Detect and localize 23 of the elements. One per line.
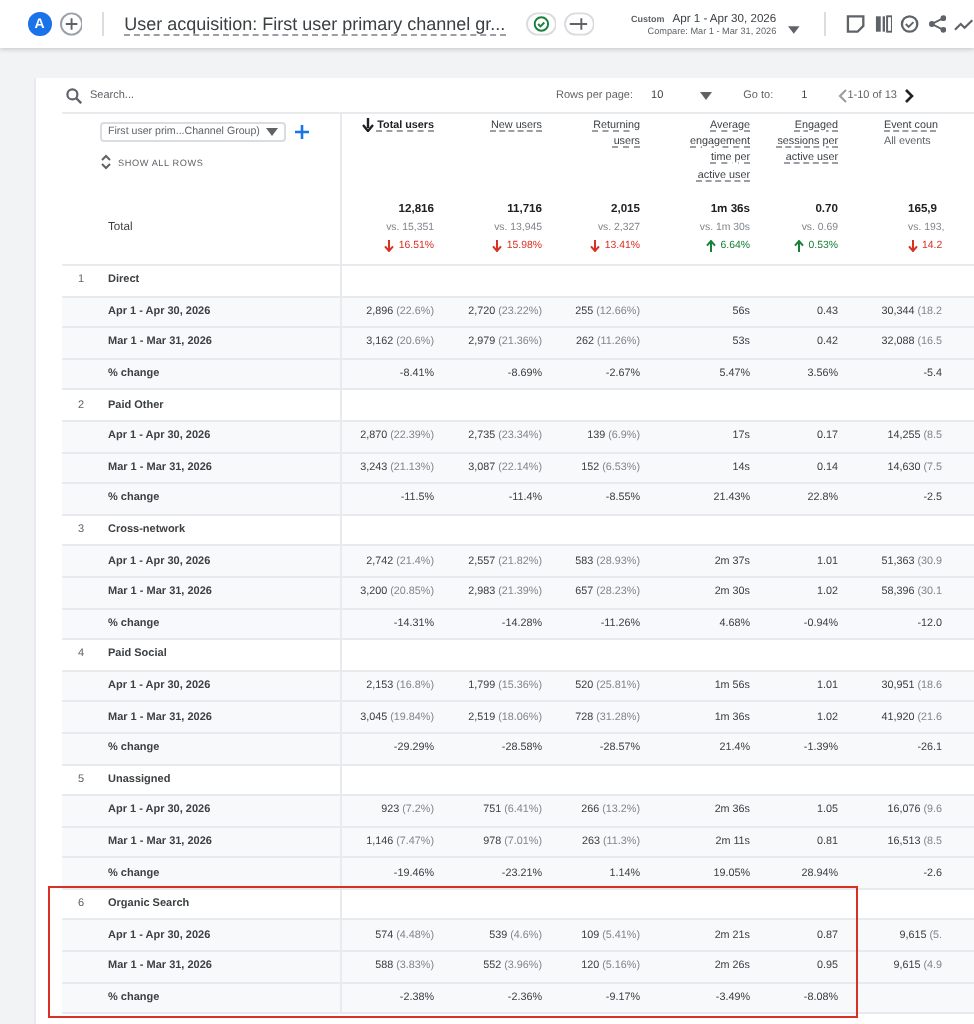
caret-icon (699, 91, 712, 99)
trend-icon[interactable] (954, 14, 974, 34)
arrow-up-icon (706, 239, 717, 251)
share-icon[interactable] (927, 14, 947, 34)
report-title[interactable]: User acquisition: First user primary channel gr... (124, 13, 506, 35)
caret-icon[interactable] (788, 26, 800, 34)
arrow-down-icon (590, 239, 601, 251)
chevron-left-icon[interactable] (835, 87, 848, 103)
columns-icon[interactable] (873, 14, 893, 34)
arrow-down-icon (384, 239, 395, 251)
arrow-down-icon (492, 239, 503, 251)
arrow-down-icon (908, 239, 918, 251)
add-icon[interactable] (293, 124, 310, 140)
caret-icon (265, 128, 278, 136)
sort-down-icon[interactable] (361, 118, 374, 132)
search-icon (66, 87, 82, 103)
arrow-up-icon (794, 239, 805, 251)
add-comparison-icon[interactable] (564, 12, 595, 36)
check-circle-icon[interactable] (900, 14, 920, 34)
chevron-right-icon[interactable] (904, 87, 917, 103)
note-icon[interactable] (845, 14, 865, 34)
expand-icon (100, 154, 112, 170)
add-icon[interactable] (59, 12, 83, 36)
